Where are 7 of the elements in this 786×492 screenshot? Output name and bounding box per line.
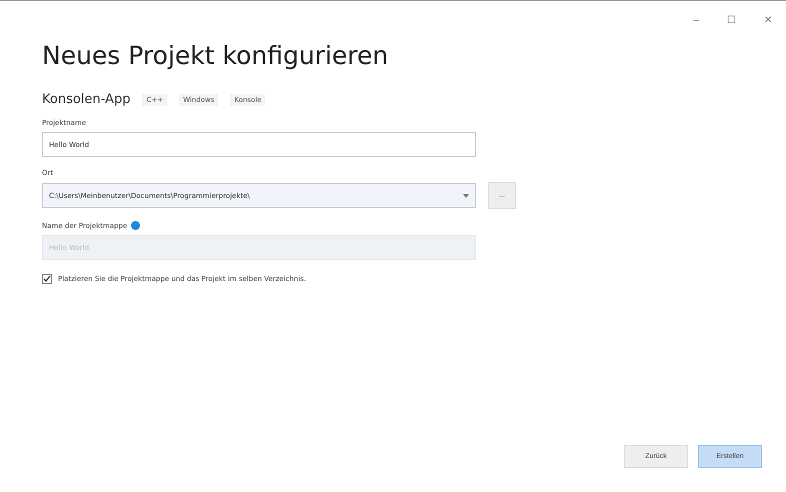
window-control-button[interactable]: ✕ [764,9,772,31]
checkbox[interactable] [42,274,52,284]
page-title: Neues Projekt konfigurieren [42,41,390,70]
dropdown-caret-icon [463,194,469,198]
window-control-button[interactable]: ☐ [727,9,736,31]
template-name: Konsolen-App [42,92,130,107]
window-control-button[interactable]: – [693,9,699,31]
